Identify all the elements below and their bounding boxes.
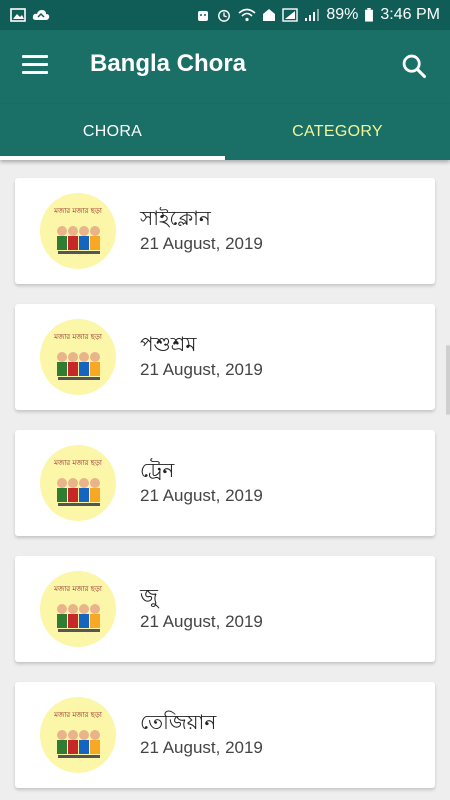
kids-illustration-icon: মজার মজার ছড়া [53,585,103,632]
nfc-icon [263,9,276,21]
list-item[interactable]: মজার মজার ছড়া ট্রেন 21 August, 2019 [15,430,435,536]
list-item[interactable]: মজার মজার ছড়া সাইক্লোন 21 August, 2019 [15,178,435,284]
chora-date: 21 August, 2019 [140,486,263,505]
svg-text:মজার মজার ছড়া: মজার মজার ছড়া [53,711,103,719]
battery-icon [365,8,374,22]
chora-thumbnail: মজার মজার ছড়া [40,445,116,521]
chora-thumbnail: মজার মজার ছড়া [40,571,116,647]
scroll-indicator[interactable] [446,345,450,415]
kids-illustration-icon: মজার মজার ছড়া [53,459,103,506]
svg-text:মজার মজার ছড়া: মজার মজার ছড়া [53,207,103,215]
chora-title: সাইক্লোন [140,206,211,230]
app-bar: Bangla Chora [0,30,450,104]
chora-title: ট্রেন [140,458,175,482]
image-notification-icon [10,8,26,22]
chora-date: 21 August, 2019 [140,234,263,253]
status-bar: 89% 3:46 PM [0,0,450,30]
svg-text:মজার মজার ছড়া: মজার মজার ছড়া [53,585,103,593]
clock-time: 3:46 PM [380,6,440,23]
menu-icon[interactable] [22,55,48,77]
list-item[interactable]: মজার মজার ছড়া জু 21 August, 2019 [15,556,435,662]
status-right-icons: 89% 3:46 PM [196,6,440,24]
alarm-icon [218,9,231,22]
chora-thumbnail: মজার মজার ছড়া [40,193,116,269]
app-title: Bangla Chora [90,50,247,77]
kids-illustration-icon: মজার মজার ছড়া [53,207,103,254]
wifi-icon [238,8,256,22]
list-item[interactable]: মজার মজার ছড়া তেজিয়ান 21 August, 2019 [15,682,435,788]
chora-thumbnail: মজার মজার ছড়া [40,697,116,773]
chora-date: 21 August, 2019 [140,612,263,631]
chora-thumbnail: মজার মজার ছড়া [40,319,116,395]
robot-icon [198,11,209,21]
chora-title: পশুশ্রম [140,332,197,356]
chora-title: তেজিয়ান [140,710,217,734]
search-icon[interactable] [400,52,428,80]
svg-text:মজার মজার ছড়া: মজার মজার ছড়া [53,333,103,341]
kids-illustration-icon: মজার মজার ছড়া [53,711,103,758]
chora-date: 21 August, 2019 [140,738,263,757]
chora-title: জু [140,584,158,608]
status-left-icons [10,8,50,22]
cell-signal-icon [305,9,320,21]
tab-bar: CHORA CATEGORY [0,104,450,160]
battery-percent: 89% [326,6,359,23]
list-item[interactable]: মজার মজার ছড়া পশুশ্রম 21 August, 2019 [15,304,435,410]
kids-illustration-icon: মজার মজার ছড়া [53,333,103,380]
chora-date: 21 August, 2019 [140,360,263,379]
tab-category[interactable]: CATEGORY [225,104,450,160]
svg-text:মজার মজার ছড়া: মজার মজার ছড়া [53,459,103,467]
tab-chora[interactable]: CHORA [0,104,225,160]
signal-icon [282,8,299,22]
cloud-notification-icon [32,10,50,20]
